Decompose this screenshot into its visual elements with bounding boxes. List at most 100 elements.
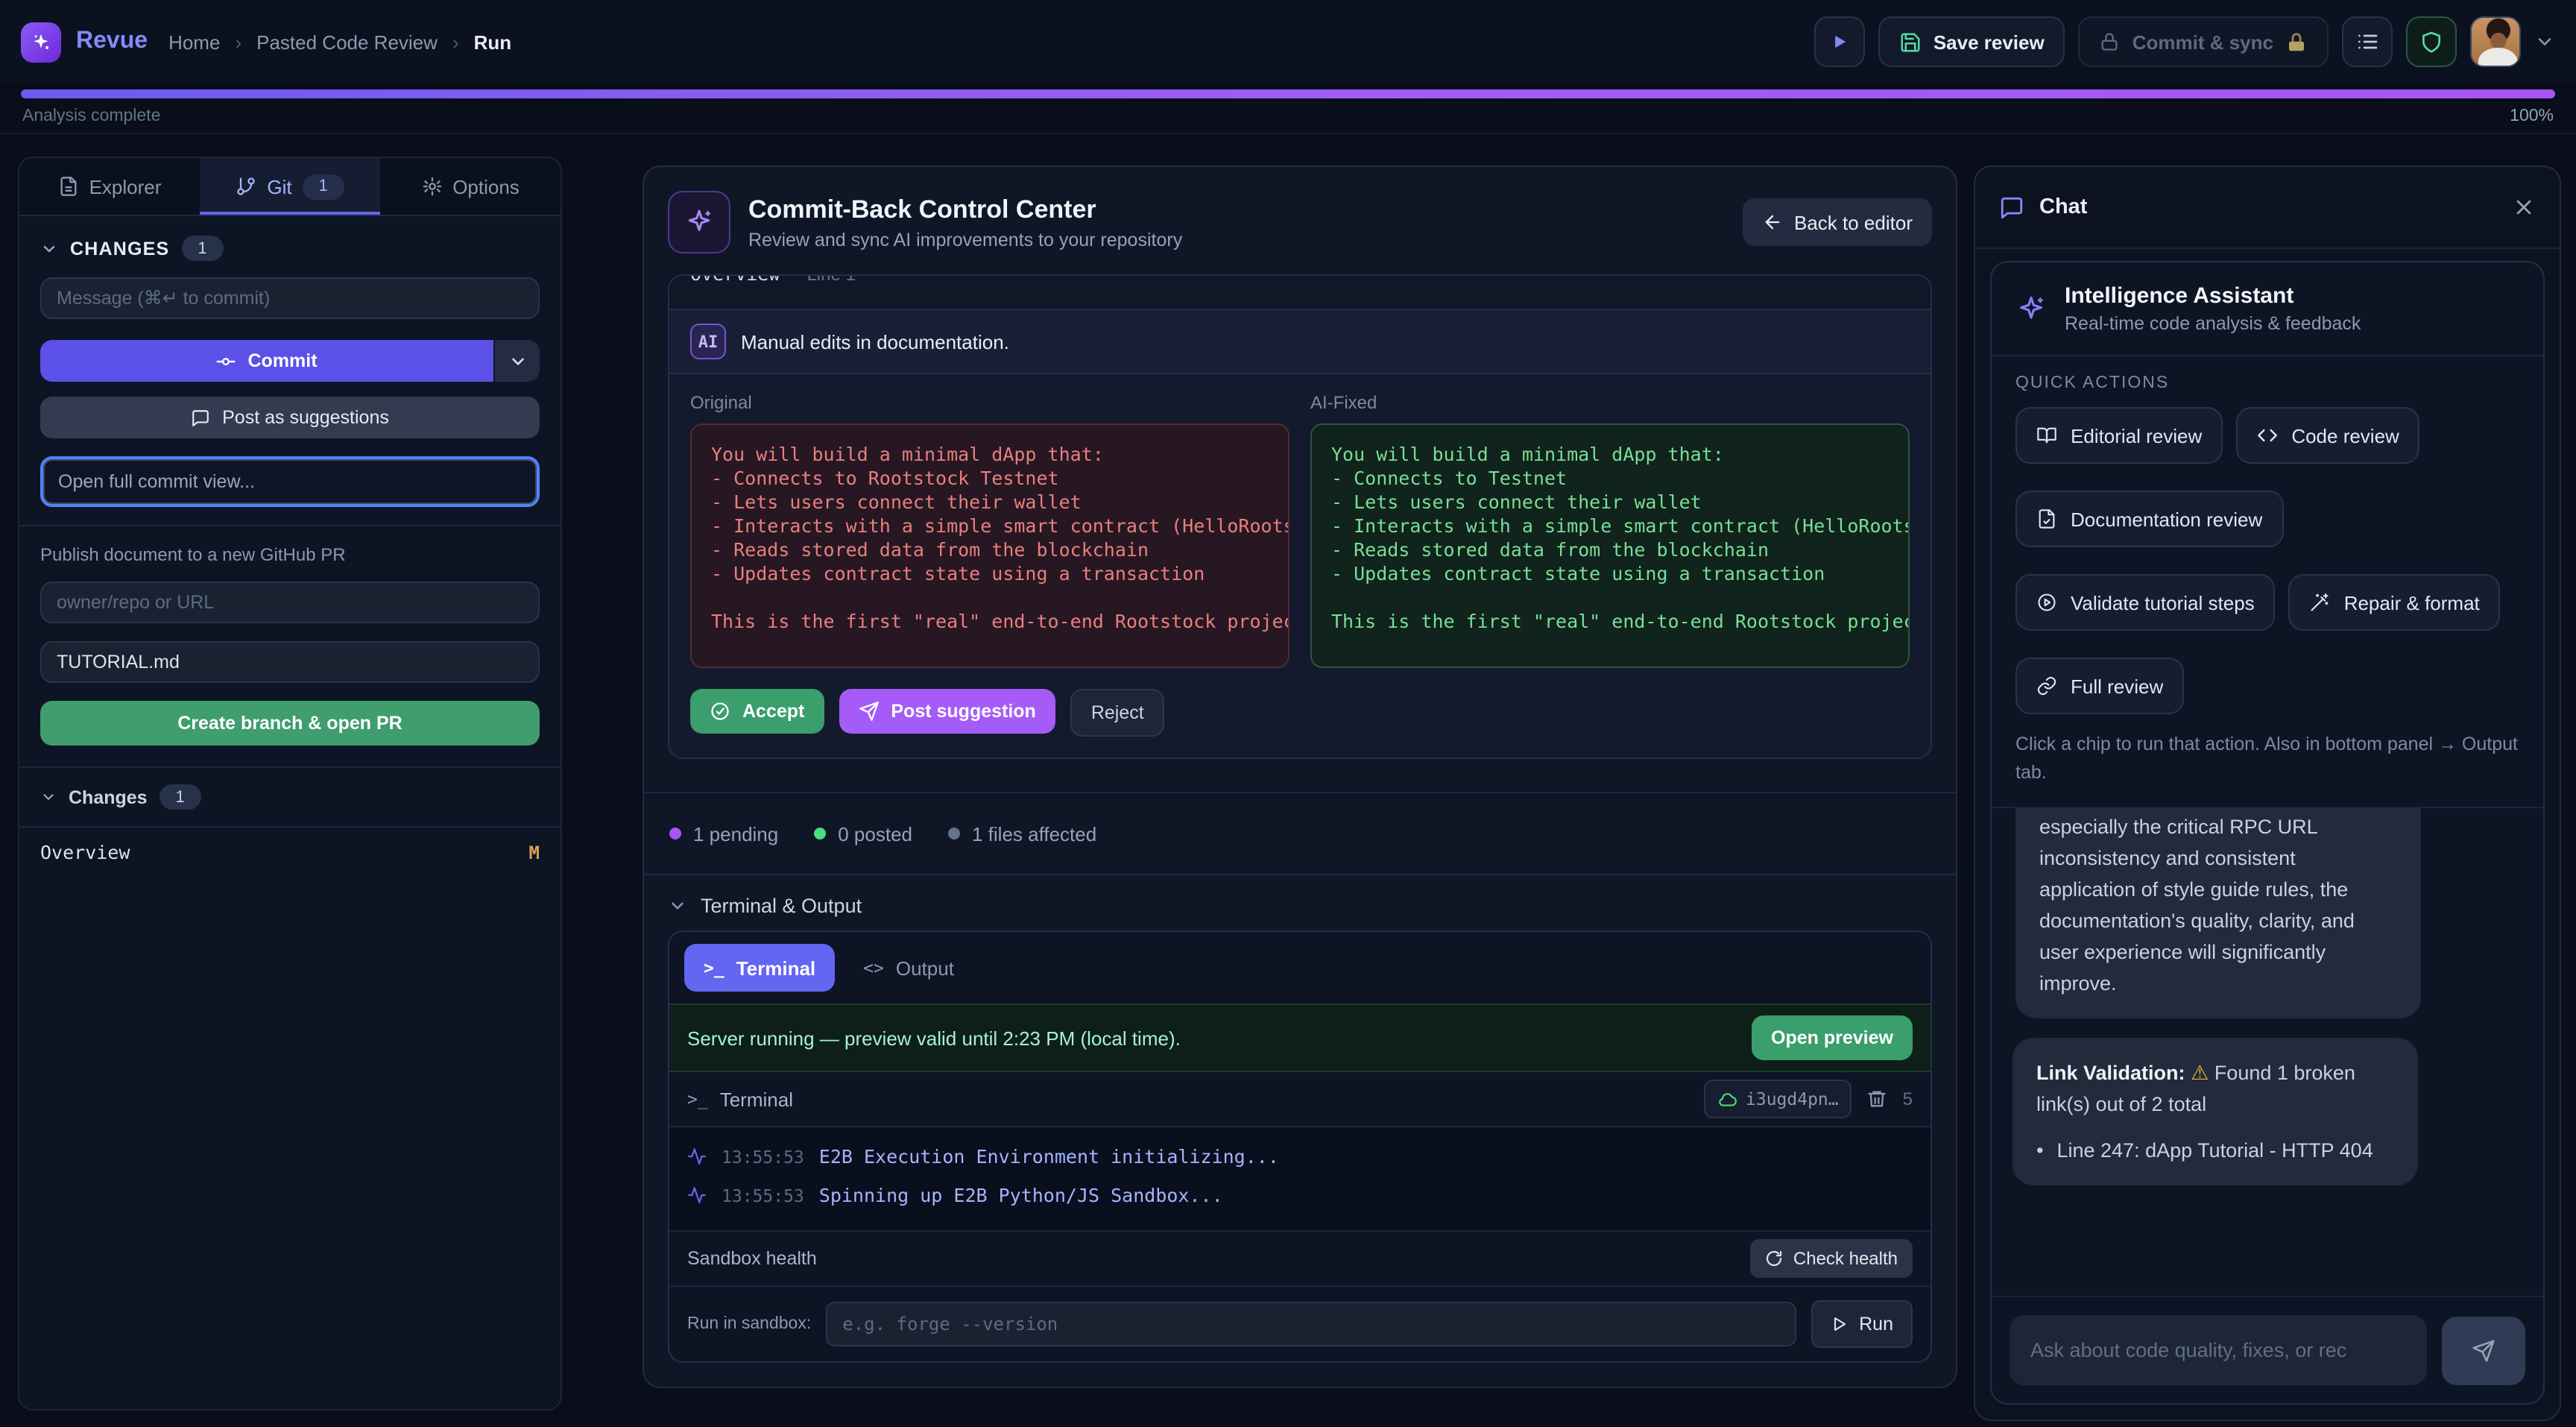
link-validation-title: Link Validation:: [2036, 1062, 2185, 1084]
chevron-down-icon: [668, 896, 687, 916]
chip-label: Repair & format: [2344, 591, 2480, 614]
filename-input[interactable]: [40, 641, 540, 683]
change-actions: Accept Post suggestion Reject: [669, 668, 1931, 757]
chat-header: Chat: [1975, 167, 2560, 249]
trash-icon[interactable]: [1867, 1089, 1888, 1109]
change-file-header: Overview Line 1: [669, 276, 1931, 310]
accept-button[interactable]: Accept: [690, 689, 824, 734]
ai-summary-row: AI Manual edits in documentation.: [669, 310, 1931, 374]
chip-validate-tutorial-steps[interactable]: Validate tutorial steps: [2015, 574, 2276, 631]
tab-terminal-label: Terminal: [736, 957, 815, 979]
changed-file-row[interactable]: Overview M: [19, 828, 561, 877]
tab-explorer[interactable]: Explorer: [19, 158, 200, 215]
tab-output[interactable]: <> Output: [844, 944, 973, 992]
ai-fixed-label: AI-Fixed: [1310, 392, 1910, 413]
check-health-label: Check health: [1793, 1248, 1898, 1269]
chip-documentation-review[interactable]: Documentation review: [2015, 491, 2283, 547]
app-logo[interactable]: [21, 22, 61, 62]
chat-input-row: [1992, 1296, 2543, 1403]
chip-repair-format[interactable]: Repair & format: [2289, 574, 2501, 631]
locked-padlock-icon: [2285, 31, 2308, 53]
commit-message-input[interactable]: [40, 277, 540, 319]
post-as-suggestions-button[interactable]: Post as suggestions: [40, 397, 540, 438]
change-review-card: Overview Line 1 AI Manual edits in docum…: [668, 274, 1932, 759]
terminal-log-area[interactable]: 13:55:53 E2B Execution Environment initi…: [669, 1126, 1931, 1232]
sandbox-id-badge[interactable]: i3ugd4pn…: [1704, 1080, 1852, 1118]
chevron-right-icon: ›: [452, 31, 459, 53]
ai-badge: AI: [690, 324, 726, 359]
user-avatar[interactable]: [2470, 16, 2521, 67]
quick-actions-hint: Click a chip to run that action. Also in…: [1992, 714, 2543, 808]
chip-full-review[interactable]: Full review: [2015, 658, 2184, 714]
assistant-card: Intelligence Assistant Real-time code an…: [1990, 261, 2545, 1405]
run-command-button[interactable]: Run: [1811, 1300, 1913, 1348]
book-icon: [2036, 425, 2057, 446]
sparkle-icon: [30, 31, 52, 53]
link-icon: [2036, 675, 2057, 696]
changes-subsection-header[interactable]: Changes 1: [19, 768, 561, 826]
code-icon: [2257, 425, 2278, 446]
run-in-sandbox-label: Run in sandbox:: [687, 1315, 811, 1333]
warning-icon: ⚠: [2191, 1062, 2209, 1084]
analysis-status-row: Analysis complete 100%: [0, 98, 2576, 134]
chip-label: Documentation review: [2071, 508, 2262, 530]
changes-list-button[interactable]: [2342, 16, 2393, 67]
sandbox-command-input[interactable]: [826, 1302, 1796, 1346]
changes-subsection-label: Changes: [69, 787, 148, 807]
commit-options-dropdown[interactable]: [493, 340, 540, 382]
post-as-suggestions-label: Post as suggestions: [222, 407, 389, 428]
chevron-down-icon[interactable]: [2534, 31, 2555, 52]
sidebar-tabs: Explorer Git 1 Options: [19, 158, 561, 216]
changes-count-badge: 1: [181, 236, 223, 261]
open-full-commit-view-field[interactable]: Open full commit view...: [40, 456, 540, 507]
page-title: Commit-Back Control Center: [748, 195, 1182, 224]
run-button[interactable]: [1814, 16, 1865, 67]
code-line: - Interacts with a simple smart contract…: [711, 514, 1269, 538]
terminal-output-section-header[interactable]: Terminal & Output: [644, 875, 1956, 930]
tab-options[interactable]: Options: [380, 158, 561, 215]
comment-icon: [191, 408, 210, 427]
save-review-button[interactable]: Save review: [1878, 16, 2065, 67]
repo-url-input[interactable]: [40, 582, 540, 623]
commit-button[interactable]: Commit: [40, 340, 493, 382]
pending-label: 1 pending: [693, 822, 778, 845]
chat-input[interactable]: [2010, 1315, 2427, 1385]
assistant-header: Intelligence Assistant Real-time code an…: [1992, 262, 2543, 356]
save-icon: [1899, 31, 1922, 53]
commit-sync-button[interactable]: Commit & sync: [2079, 16, 2329, 67]
tab-git[interactable]: Git 1: [200, 158, 380, 215]
security-button[interactable]: [2406, 16, 2457, 67]
chat-messages[interactable]: especially the critical RPC URL inconsis…: [1992, 808, 2543, 1297]
git-commit-icon: [216, 351, 236, 371]
original-label: Original: [690, 392, 1289, 413]
divider: [19, 525, 561, 526]
brand-name: Revue: [76, 28, 148, 55]
breadcrumb-review[interactable]: Pasted Code Review: [256, 31, 438, 53]
change-file-ref: Overview: [690, 276, 780, 285]
breadcrumb-home[interactable]: Home: [168, 31, 220, 53]
tab-git-label: Git: [267, 175, 291, 198]
chat-panel: Chat Intelligence Assistant Real-time co…: [1974, 166, 2561, 1421]
back-to-editor-button[interactable]: Back to editor: [1742, 198, 1932, 246]
post-suggestion-button[interactable]: Post suggestion: [839, 689, 1055, 734]
chevron-down-icon: [508, 351, 527, 371]
assistant-message: especially the critical RPC URL inconsis…: [2015, 808, 2421, 1018]
run-in-sandbox-row: Run in sandbox: Run: [669, 1285, 1931, 1361]
code-line: - Lets users connect their wallet: [711, 491, 1269, 514]
reject-button[interactable]: Reject: [1070, 689, 1165, 737]
ai-fixed-code-block: You will build a minimal dApp that: - Co…: [1310, 423, 1910, 668]
send-button[interactable]: [2442, 1316, 2525, 1385]
code-line: - Connects to Rootstock Testnet: [711, 467, 1269, 491]
chip-code-review[interactable]: Code review: [2236, 407, 2420, 464]
tab-terminal[interactable]: >_ Terminal: [684, 944, 835, 992]
open-preview-button[interactable]: Open preview: [1752, 1015, 1913, 1060]
arrow-left-icon: [1761, 212, 1782, 233]
check-health-button[interactable]: Check health: [1750, 1239, 1913, 1278]
close-icon[interactable]: [2512, 195, 2536, 219]
chip-editorial-review[interactable]: Editorial review: [2015, 407, 2223, 464]
changes-section-header[interactable]: CHANGES 1: [19, 216, 561, 274]
create-branch-pr-button[interactable]: Create branch & open PR: [40, 701, 540, 746]
terminal-tabs: >_ Terminal <> Output: [669, 932, 1931, 1004]
terminal-prompt-icon: >_: [704, 957, 724, 978]
analysis-status-label: Analysis complete: [22, 107, 160, 125]
